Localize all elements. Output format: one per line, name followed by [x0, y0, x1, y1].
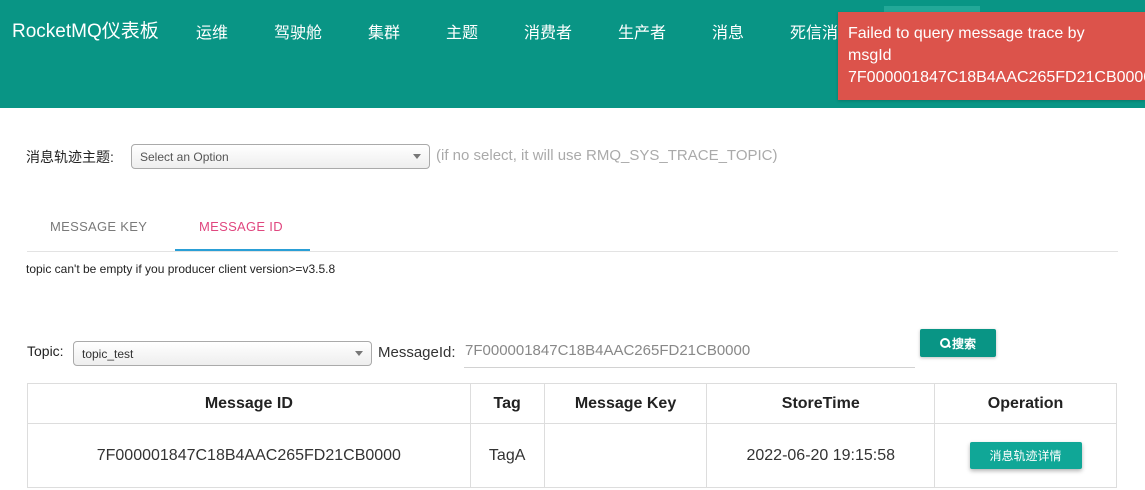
cell-tag: TagA [469, 423, 545, 488]
cell-message-key [543, 423, 708, 488]
cell-message-id: 7F000001847C18B4AAC265FD21CB0000 [27, 423, 471, 488]
toast-line-1: Failed to query message trace by [848, 25, 1085, 42]
table-row: 7F000001847C18B4AAC265FD21CB0000 TagA 20… [27, 423, 1117, 488]
nav-item-consumer[interactable]: 消费者 [524, 19, 572, 43]
toast-line-3: 7F000001847C18B4AAC265FD21CB0000 [848, 69, 1145, 86]
table-header-row: Message ID Tag Message Key StoreTime Ope… [27, 383, 1117, 424]
header-message-id: Message ID [27, 383, 471, 424]
results-table: Message ID Tag Message Key StoreTime Ope… [27, 383, 1117, 488]
chevron-down-icon [355, 351, 363, 356]
tabs-divider [27, 251, 1118, 252]
header-operation: Operation [934, 383, 1117, 424]
trace-topic-label: 消息轨迹主题: [26, 149, 114, 165]
cell-operation: 消息轨迹详情 [934, 423, 1117, 488]
message-id-input[interactable] [464, 334, 915, 368]
trace-topic-select[interactable]: Select an Option [131, 144, 430, 169]
nav-item-ops[interactable]: 运维 [196, 19, 228, 43]
trace-topic-select-value: Select an Option [140, 150, 229, 164]
nav-item-producer[interactable]: 生产者 [618, 19, 666, 43]
topic-select[interactable]: topic_test [73, 341, 372, 366]
nav-item-dlq[interactable]: 死信消 [790, 19, 838, 43]
search-icon [939, 338, 950, 348]
cell-store-time: 2022-06-20 19:15:58 [706, 423, 936, 488]
error-toast[interactable]: Failed to query message trace by msgId 7… [838, 12, 1145, 100]
nav-item-message[interactable]: 消息 [712, 19, 744, 43]
nav-item-cockpit[interactable]: 驾驶舱 [274, 19, 322, 43]
tab-message-id[interactable]: MESSAGE ID [199, 219, 283, 234]
version-hint: topic can't be empty if you producer cli… [26, 262, 336, 276]
chevron-down-icon [413, 154, 421, 159]
tab-message-key[interactable]: MESSAGE KEY [50, 219, 147, 234]
message-id-label: MessageId: [378, 344, 456, 361]
topic-label: Topic: [27, 343, 64, 359]
trace-topic-hint: (if no select, it will use RMQ_SYS_TRACE… [436, 147, 778, 164]
nav-item-cluster[interactable]: 集群 [368, 19, 400, 43]
search-button-label: 搜索 [951, 336, 976, 351]
header-message-key: Message Key [543, 383, 708, 424]
topic-select-value: topic_test [82, 347, 134, 361]
nav-item-topic[interactable]: 主题 [446, 19, 478, 43]
header-tag: Tag [469, 383, 545, 424]
trace-detail-button[interactable]: 消息轨迹详情 [969, 442, 1082, 469]
active-tab-indicator [175, 249, 310, 251]
toast-line-2: msgId [848, 47, 892, 64]
brand-title[interactable]: RocketMQ仪表板 [12, 16, 159, 43]
header-store-time: StoreTime [706, 383, 936, 424]
search-button[interactable]: 搜索 [920, 329, 996, 357]
